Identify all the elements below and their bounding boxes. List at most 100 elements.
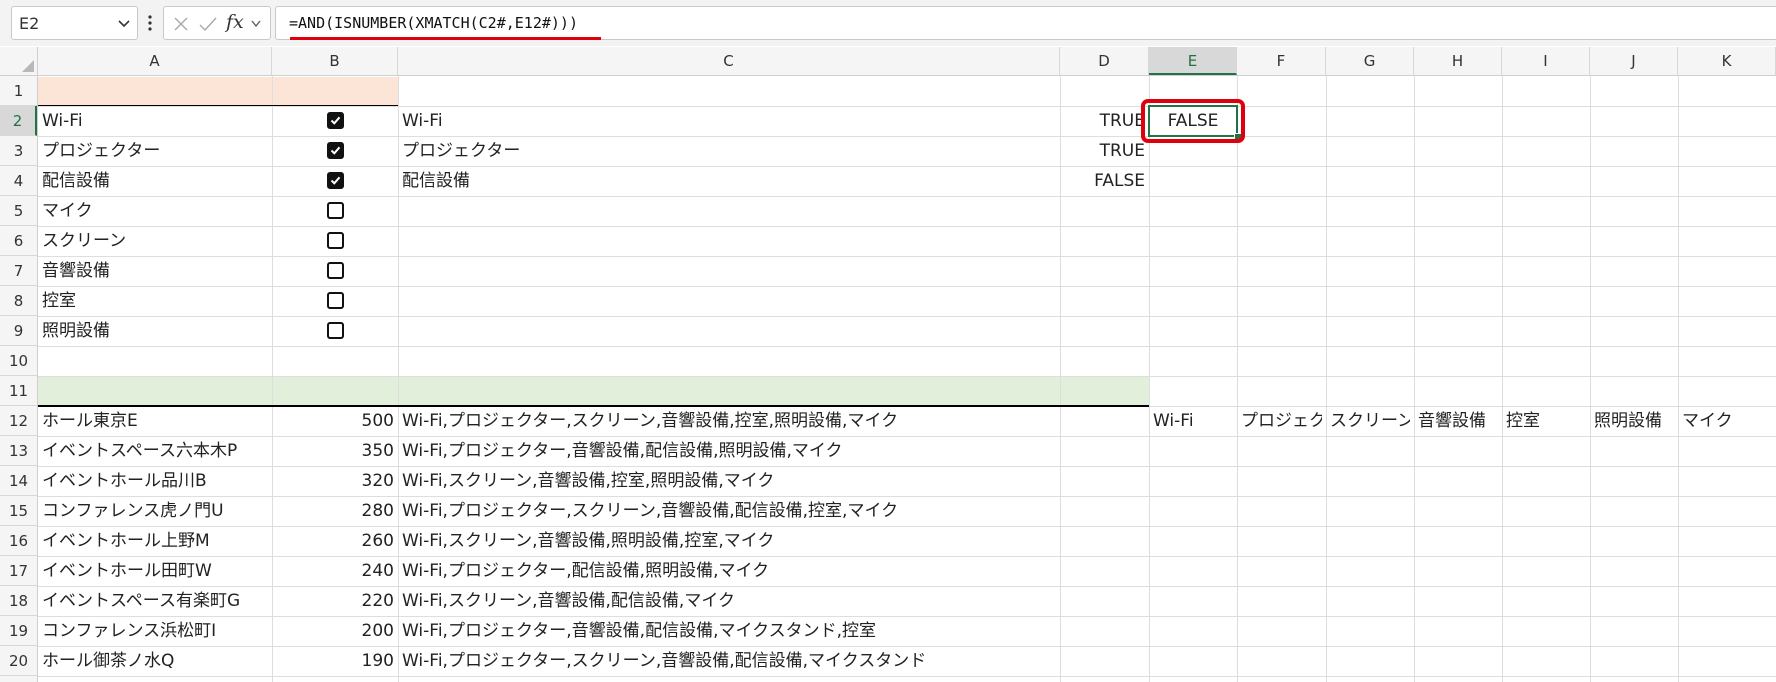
chevron-down-small-icon[interactable]	[250, 18, 262, 30]
checkbox-unchecked[interactable]	[326, 262, 344, 279]
required-item-name[interactable]: 音響設備	[42, 256, 268, 286]
row-header-13[interactable]: 13	[0, 436, 37, 466]
table-cell-venue[interactable]: イベントホール品川B	[42, 466, 268, 496]
table-cell-capacity[interactable]: 190	[276, 646, 394, 676]
spill-c-value[interactable]: Wi-Fi	[402, 106, 1056, 136]
spill-d-value[interactable]: FALSE	[1064, 166, 1145, 196]
spill-c-value[interactable]: プロジェクター	[402, 136, 1056, 166]
checkbox-unchecked[interactable]	[326, 292, 344, 309]
more-vertical-icon[interactable]	[145, 11, 155, 35]
table-cell-equipment[interactable]: Wi-Fi,プロジェクター,スクリーン,音響設備,配信設備,控室,マイク	[402, 496, 1145, 526]
table-cell-venue[interactable]: コンファレンス浜松町I	[42, 616, 268, 646]
checkbox-checked[interactable]	[326, 112, 344, 129]
row-header-3[interactable]: 3	[0, 136, 37, 166]
row-header-9[interactable]: 9	[0, 316, 37, 346]
required-item-name[interactable]: 控室	[42, 286, 268, 316]
row-header-14[interactable]: 14	[0, 466, 37, 496]
required-item-name[interactable]: マイク	[42, 196, 268, 226]
cancel-x-icon[interactable]	[172, 14, 190, 34]
required-item-name[interactable]: 配信設備	[42, 166, 268, 196]
table-cell-venue[interactable]: イベントホール上野M	[42, 526, 268, 556]
row12-spill-value[interactable]: 音響設備	[1418, 406, 1498, 436]
table-cell-venue[interactable]: イベントホール田町W	[42, 556, 268, 586]
row12-spill-value[interactable]: 控室	[1506, 406, 1586, 436]
table-cell-venue[interactable]: イベントスペース有楽町G	[42, 586, 268, 616]
checkbox-unchecked[interactable]	[326, 322, 344, 339]
column-header-a[interactable]: A	[38, 47, 272, 75]
confirm-check-icon[interactable]	[198, 14, 218, 34]
table-cell-capacity[interactable]: 240	[276, 556, 394, 586]
row-header-16[interactable]: 16	[0, 526, 37, 556]
row-header-5[interactable]: 5	[0, 196, 37, 226]
table-cell-venue[interactable]: イベントスペース六本木P	[42, 436, 268, 466]
spill-d-value[interactable]: TRUE	[1064, 136, 1145, 166]
table-cell-capacity[interactable]: 500	[276, 406, 394, 436]
row12-spill-value[interactable]: Wi-Fi	[1153, 406, 1233, 436]
name-box-value: E2	[19, 14, 40, 33]
checkbox-checked[interactable]	[326, 172, 344, 189]
row-header-6[interactable]: 6	[0, 226, 37, 256]
row-header-7[interactable]: 7	[0, 256, 37, 286]
column-header-f[interactable]: F	[1237, 47, 1326, 75]
table-cell-venue[interactable]: ホール御茶ノ水Q	[42, 646, 268, 676]
table-cell-equipment[interactable]: Wi-Fi,プロジェクター,音響設備,配信設備,マイクスタンド,控室	[402, 616, 1145, 646]
table-cell-capacity[interactable]: 280	[276, 496, 394, 526]
column-header-e[interactable]: E	[1149, 47, 1237, 75]
gridline-h	[38, 256, 1776, 257]
spill-d-value[interactable]: TRUE	[1064, 106, 1145, 136]
row12-spill-value[interactable]: プロジェクター	[1241, 406, 1322, 436]
formula-input[interactable]: =AND(ISNUMBER(XMATCH(C2#,E12#)))	[275, 6, 1776, 40]
row-header-15[interactable]: 15	[0, 496, 37, 526]
row-header-2[interactable]: 2	[0, 106, 37, 136]
table-cell-capacity[interactable]: 320	[276, 466, 394, 496]
row-header-1[interactable]: 1	[0, 76, 37, 106]
spill-c-value[interactable]: 配信設備	[402, 166, 1056, 196]
required-header-fill	[38, 77, 398, 106]
row-header-8[interactable]: 8	[0, 286, 37, 316]
table-cell-equipment[interactable]: Wi-Fi,スクリーン,音響設備,控室,照明設備,マイク	[402, 466, 1145, 496]
table-cell-equipment[interactable]: Wi-Fi,スクリーン,音響設備,照明設備,控室,マイク	[402, 526, 1145, 556]
table-cell-venue[interactable]: コンファレンス虎ノ門U	[42, 496, 268, 526]
row-header-18[interactable]: 18	[0, 586, 37, 616]
checkbox-checked[interactable]	[326, 142, 344, 159]
table-cell-equipment[interactable]: Wi-Fi,プロジェクター,スクリーン,音響設備,配信設備,マイクスタンド	[402, 646, 1145, 676]
table-cell-equipment[interactable]: Wi-Fi,プロジェクター,配信設備,照明設備,マイク	[402, 556, 1145, 586]
checkbox-unchecked[interactable]	[326, 202, 344, 219]
column-header-b[interactable]: B	[272, 47, 398, 75]
column-header-c[interactable]: C	[398, 47, 1060, 75]
column-header-j[interactable]: J	[1590, 47, 1678, 75]
name-box[interactable]: E2	[11, 6, 138, 40]
table-cell-equipment[interactable]: Wi-Fi,スクリーン,音響設備,配信設備,マイク	[402, 586, 1145, 616]
column-header-k[interactable]: K	[1678, 47, 1776, 75]
row-header-11[interactable]: 11	[0, 376, 37, 406]
row-header-4[interactable]: 4	[0, 166, 37, 196]
column-header-h[interactable]: H	[1414, 47, 1502, 75]
select-all-corner[interactable]	[0, 47, 38, 76]
required-item-name[interactable]: 照明設備	[42, 316, 268, 346]
gridline-h	[38, 436, 1776, 437]
column-header-i[interactable]: I	[1502, 47, 1590, 75]
table-cell-capacity[interactable]: 260	[276, 526, 394, 556]
required-item-name[interactable]: スクリーン	[42, 226, 268, 256]
row-header-10[interactable]: 10	[0, 346, 37, 376]
row-header-19[interactable]: 19	[0, 616, 37, 646]
table-cell-equipment[interactable]: Wi-Fi,プロジェクター,音響設備,配信設備,照明設備,マイク	[402, 436, 1145, 466]
row12-spill-value[interactable]: 照明設備	[1594, 406, 1674, 436]
function-fx-icon[interactable]: fx	[226, 11, 244, 33]
required-item-name[interactable]: Wi-Fi	[42, 106, 268, 136]
row-header-17[interactable]: 17	[0, 556, 37, 586]
chevron-down-icon[interactable]	[117, 17, 131, 31]
row-header-20[interactable]: 20	[0, 646, 37, 676]
table-cell-capacity[interactable]: 220	[276, 586, 394, 616]
row12-spill-value[interactable]: マイク	[1682, 406, 1772, 436]
required-item-name[interactable]: プロジェクター	[42, 136, 268, 166]
table-cell-venue[interactable]: ホール東京E	[42, 406, 268, 436]
table-cell-capacity[interactable]: 350	[276, 436, 394, 466]
column-header-d[interactable]: D	[1060, 47, 1149, 75]
checkbox-unchecked[interactable]	[326, 232, 344, 249]
row12-spill-value[interactable]: スクリーン	[1330, 406, 1410, 436]
table-cell-capacity[interactable]: 200	[276, 616, 394, 646]
column-header-g[interactable]: G	[1326, 47, 1414, 75]
table-cell-equipment[interactable]: Wi-Fi,プロジェクター,スクリーン,音響設備,控室,照明設備,マイク	[402, 406, 1145, 436]
row-header-12[interactable]: 12	[0, 406, 37, 436]
